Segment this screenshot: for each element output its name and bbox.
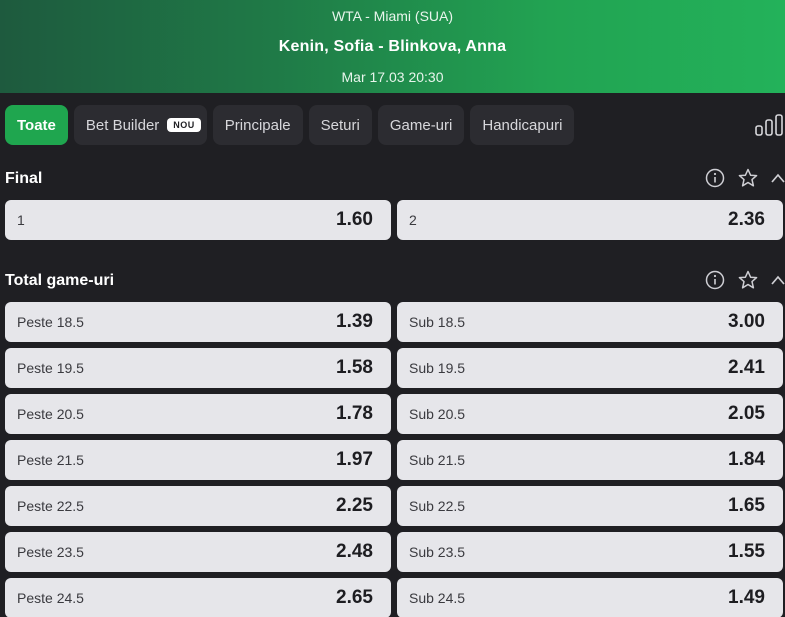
tab-toate[interactable]: Toate xyxy=(5,105,68,145)
chevron-up-icon[interactable] xyxy=(770,168,785,188)
odd-label: Peste 23.5 xyxy=(17,544,84,560)
odd-button-over[interactable]: Peste 23.5 2.48 xyxy=(5,532,391,572)
odd-value: 2.65 xyxy=(336,587,373,608)
odd-label: Sub 22.5 xyxy=(409,498,466,514)
tab-handicapuri[interactable]: Handicapuri xyxy=(470,105,575,145)
odd-label: Peste 19.5 xyxy=(17,360,84,376)
odd-button-over[interactable]: Peste 20.5 1.78 xyxy=(5,394,391,434)
odd-value: 2.41 xyxy=(728,357,765,378)
event-header: WTA - Miami (SUA) Kenin, Sofia - Blinkov… xyxy=(0,0,785,93)
match-datetime: Mar 17.03 20:30 xyxy=(341,69,444,85)
tab-label: Game-uri xyxy=(389,116,453,134)
odd-label: 1 xyxy=(17,212,25,228)
tab-label: Principale xyxy=(224,116,291,134)
tab-label: Bet Builder xyxy=(85,116,160,134)
odd-label: Peste 21.5 xyxy=(17,452,84,468)
tab-bet-builder[interactable]: Bet Builder NOU xyxy=(73,105,207,145)
odd-value: 1.49 xyxy=(728,587,765,608)
odd-value: 1.58 xyxy=(336,357,373,378)
section-actions-total xyxy=(695,270,785,292)
odd-value: 3.00 xyxy=(728,311,765,332)
league-name: WTA - Miami (SUA) xyxy=(331,8,454,24)
odd-button-1[interactable]: 1 1.60 xyxy=(5,200,391,240)
odd-label: Peste 20.5 xyxy=(17,406,84,422)
market-tabs: Toate Bet Builder NOU Principale Seturi G… xyxy=(5,105,575,145)
odd-button-over[interactable]: Peste 18.5 1.39 xyxy=(5,302,391,342)
odd-value: 2.25 xyxy=(336,495,373,516)
odd-button-under[interactable]: Sub 20.5 2.05 xyxy=(397,394,783,434)
odd-label: Sub 21.5 xyxy=(409,452,466,468)
odd-label: Sub 18.5 xyxy=(409,314,466,330)
chevron-up-icon[interactable] xyxy=(770,270,785,290)
tab-label: Handicapuri xyxy=(482,116,563,134)
odd-button-under[interactable]: Sub 21.5 1.84 xyxy=(397,440,783,480)
odd-label: Sub 23.5 xyxy=(409,544,466,560)
tab-game-uri[interactable]: Game-uri xyxy=(377,105,465,145)
odd-label: Sub 20.5 xyxy=(409,406,466,422)
odd-label: Peste 22.5 xyxy=(17,498,84,514)
tab-label: Toate xyxy=(17,116,56,134)
new-badge: NOU xyxy=(167,118,201,132)
section-title-total-games: Total game-uri xyxy=(5,272,115,289)
odd-button-under[interactable]: Sub 23.5 1.55 xyxy=(397,532,783,572)
odd-button-under[interactable]: Sub 24.5 1.49 xyxy=(397,578,783,617)
odd-button-over[interactable]: Peste 22.5 2.25 xyxy=(5,486,391,526)
star-icon[interactable] xyxy=(738,270,758,290)
stats-chart-icon[interactable] xyxy=(755,114,785,136)
odd-button-under[interactable]: Sub 19.5 2.41 xyxy=(397,348,783,388)
odd-value: 1.39 xyxy=(336,311,373,332)
odd-label: Sub 24.5 xyxy=(409,590,466,606)
match-title: Kenin, Sofia - Blinkova, Anna xyxy=(278,38,507,55)
odd-value: 2.36 xyxy=(728,209,765,230)
odd-label: Sub 19.5 xyxy=(409,360,466,376)
odd-value: 2.05 xyxy=(728,403,765,424)
odd-label: 2 xyxy=(409,212,417,228)
odd-value: 2.48 xyxy=(336,541,373,562)
odd-value: 1.84 xyxy=(728,449,765,470)
section-actions-final xyxy=(695,168,785,190)
odd-value: 1.65 xyxy=(728,495,765,516)
odd-button-over[interactable]: Peste 21.5 1.97 xyxy=(5,440,391,480)
tab-seturi[interactable]: Seturi xyxy=(308,105,372,145)
info-icon[interactable] xyxy=(705,270,725,290)
odd-value: 1.78 xyxy=(336,403,373,424)
odd-button-under[interactable]: Sub 22.5 1.65 xyxy=(397,486,783,526)
tab-principale[interactable]: Principale xyxy=(212,105,303,145)
odd-label: Peste 18.5 xyxy=(17,314,84,330)
tab-label: Seturi xyxy=(320,116,360,134)
odd-button-over[interactable]: Peste 24.5 2.65 xyxy=(5,578,391,617)
odd-label: Peste 24.5 xyxy=(17,590,84,606)
star-icon[interactable] xyxy=(738,168,758,188)
odd-button-2[interactable]: 2 2.36 xyxy=(397,200,783,240)
section-title-final: Final xyxy=(5,170,43,187)
odd-value: 1.60 xyxy=(336,209,373,230)
odd-button-over[interactable]: Peste 19.5 1.58 xyxy=(5,348,391,388)
odd-button-under[interactable]: Sub 18.5 3.00 xyxy=(397,302,783,342)
info-icon[interactable] xyxy=(705,168,725,188)
odd-value: 1.55 xyxy=(728,541,765,562)
odd-value: 1.97 xyxy=(336,449,373,470)
